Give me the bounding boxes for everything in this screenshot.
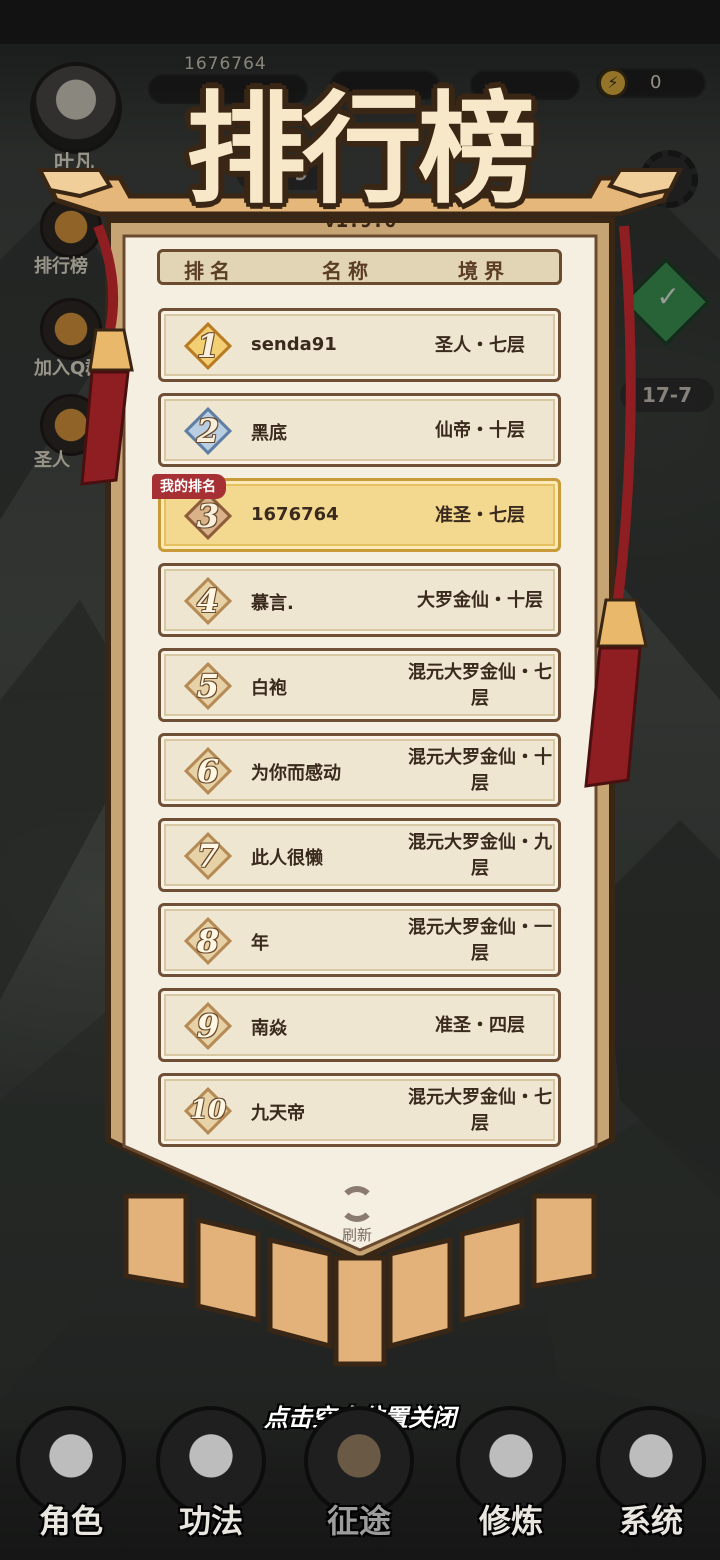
rank-badge-icon: 9 — [183, 1001, 233, 1051]
leaderboard-header: 排名 名称 境界 — [157, 249, 562, 285]
realm-cell: 混元大罗金仙・九层 — [408, 832, 552, 879]
nav-label: 修炼 — [478, 1502, 543, 1540]
player-name-cell: 白袍 — [251, 678, 287, 699]
realm-cell: 混元大罗金仙・七层 — [408, 662, 552, 709]
player-name-cell: 此人很懒 — [251, 848, 323, 869]
leaderboard-row[interactable]: 6 为你而感动 混元大罗金仙・十层 — [158, 733, 561, 807]
leaderboard-row[interactable]: 8 年 混元大罗金仙・一层 — [158, 903, 561, 977]
rank-badge-icon: 3 — [183, 491, 233, 541]
player-name-cell: 年 — [251, 933, 269, 954]
realm-cell: 准圣・七层 — [435, 505, 525, 526]
rank-badge-icon: 2 — [183, 406, 233, 456]
nav-item-role[interactable]: 角色 — [6, 1406, 136, 1556]
rank-badge-icon: 7 — [183, 831, 233, 881]
leaderboard-row[interactable]: 5 白袍 混元大罗金仙・七层 — [158, 648, 561, 722]
leaderboard-row[interactable]: 9 南焱 准圣・四层 — [158, 988, 561, 1062]
player-name-cell: 1676764 — [251, 504, 339, 525]
realm-cell: 仙帝・十层 — [435, 420, 525, 441]
rank-badge-icon: 4 — [183, 576, 233, 626]
realm-cell: 混元大罗金仙・七层 — [408, 1087, 552, 1134]
refresh-label: 刷新 — [341, 1226, 372, 1244]
nav-item-journey[interactable]: 征途 — [294, 1406, 424, 1556]
rank-badge-icon: 10 — [183, 1086, 233, 1136]
refresh-icon — [339, 1186, 375, 1222]
player-name-cell: senda91 — [251, 334, 337, 355]
leaderboard-row[interactable]: 2 黑底 仙帝・十层 — [158, 393, 561, 467]
realm-cell: 圣人・七层 — [435, 335, 525, 356]
rank-badge-icon: 6 — [183, 746, 233, 796]
column-name-header: 名称 — [322, 259, 374, 283]
version-label: v1.9.6 — [323, 208, 397, 232]
player-name-cell: 为你而感动 — [251, 763, 341, 784]
leaderboard-title: 排行榜 — [186, 79, 538, 220]
leaderboard-row[interactable]: 7 此人很懒 混元大罗金仙・九层 — [158, 818, 561, 892]
nav-label: 角色 — [38, 1502, 103, 1540]
leaderboard-row[interactable]: 1 senda91 圣人・七层 — [158, 308, 561, 382]
nav-label: 系统 — [618, 1502, 683, 1540]
player-name-cell: 慕言. — [251, 593, 294, 614]
leaderboard-row[interactable]: 10 九天帝 混元大罗金仙・七层 — [158, 1073, 561, 1147]
realm-cell: 准圣・四层 — [435, 1015, 525, 1036]
player-name-cell: 南焱 — [251, 1018, 287, 1039]
nav-label: 征途 — [326, 1502, 391, 1540]
nav-label: 功法 — [178, 1502, 243, 1540]
column-realm-header: 境界 — [458, 259, 510, 283]
rank-badge-icon: 1 — [183, 321, 233, 371]
player-name-cell: 九天帝 — [251, 1103, 305, 1124]
nav-item-cultivate[interactable]: 修炼 — [446, 1406, 576, 1556]
column-rank-header: 排名 — [184, 259, 236, 283]
nav-item-skills[interactable]: 功法 — [146, 1406, 276, 1556]
leaderboard-row[interactable]: 4 慕言. 大罗金仙・十层 — [158, 563, 561, 637]
nav-item-system[interactable]: 系统 — [586, 1406, 716, 1556]
realm-cell: 大罗金仙・十层 — [417, 590, 543, 611]
rank-badge-icon: 5 — [183, 661, 233, 711]
realm-cell: 混元大罗金仙・十层 — [408, 747, 552, 794]
my-rank-tag: 我的排名 — [152, 474, 226, 499]
player-name-cell: 黑底 — [251, 423, 287, 444]
refresh-button[interactable]: 刷新 — [336, 1186, 378, 1246]
rank-badge-icon: 8 — [183, 916, 233, 966]
realm-cell: 混元大罗金仙・一层 — [408, 917, 552, 964]
